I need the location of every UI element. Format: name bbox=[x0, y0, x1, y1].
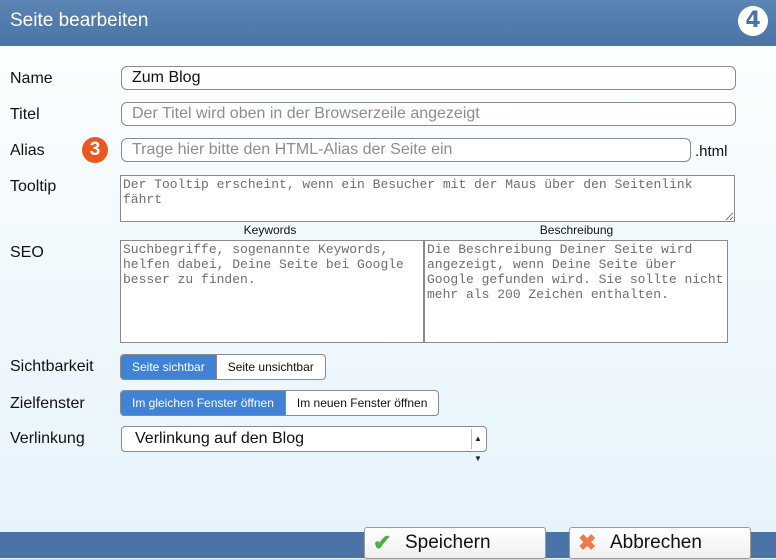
save-button[interactable]: ✔ Speichern bbox=[364, 527, 546, 559]
sichtbarkeit-label: Sichtbarkeit bbox=[10, 358, 94, 375]
dialog-title: Seite bearbeiten bbox=[10, 10, 149, 31]
tooltip-textarea[interactable] bbox=[120, 175, 735, 222]
beschreibung-heading: Beschreibung bbox=[539, 223, 614, 237]
neues-fenster-option[interactable]: Im neuen Fenster öffnen bbox=[284, 391, 439, 415]
keywords-textarea[interactable] bbox=[120, 240, 424, 343]
cross-icon: ✖ bbox=[578, 530, 597, 555]
zielfenster-toggle: Im gleichen Fenster öffnen Im neuen Fens… bbox=[120, 390, 440, 416]
seo-label: SEO bbox=[10, 244, 44, 261]
app-logo-text: 4 bbox=[745, 8, 761, 33]
seite-unsichtbar-option[interactable]: Seite unsichtbar bbox=[215, 355, 325, 379]
save-button-label: Speichern bbox=[405, 532, 491, 553]
select-arrows-icon: ▲ ▼ bbox=[471, 429, 484, 463]
verlinkung-selected-value: Verlinkung auf den Blog bbox=[135, 430, 305, 447]
alias-input[interactable] bbox=[121, 138, 691, 162]
verlinkung-select[interactable]: Verlinkung auf den Blog ▲ ▼ bbox=[121, 426, 487, 463]
check-icon: ✔ bbox=[373, 530, 392, 555]
title-bar: Seite bearbeiten 4 bbox=[0, 0, 776, 46]
zielfenster-label: Zielfenster bbox=[10, 395, 85, 412]
keywords-heading: Keywords bbox=[243, 223, 297, 237]
alias-suffix: .html bbox=[695, 143, 728, 160]
beschreibung-textarea[interactable] bbox=[424, 240, 728, 343]
titel-label: Titel bbox=[10, 106, 40, 123]
name-input[interactable] bbox=[121, 66, 736, 90]
cancel-button[interactable]: ✖ Abbrechen bbox=[569, 527, 751, 559]
seite-sichtbar-option[interactable]: Seite sichtbar bbox=[121, 355, 216, 379]
sichtbarkeit-toggle: Seite sichtbar Seite unsichtbar bbox=[120, 354, 326, 380]
name-label: Name bbox=[10, 70, 53, 87]
gleiches-fenster-option[interactable]: Im gleichen Fenster öffnen bbox=[121, 391, 285, 415]
alias-label: Alias bbox=[10, 142, 45, 159]
app-logo: 4 bbox=[738, 6, 768, 36]
verlinkung-label: Verlinkung bbox=[10, 430, 85, 447]
step-badge: 3 bbox=[82, 137, 108, 163]
cancel-button-label: Abbrechen bbox=[610, 532, 702, 553]
titel-input[interactable] bbox=[121, 102, 736, 126]
tooltip-label: Tooltip bbox=[10, 178, 57, 195]
